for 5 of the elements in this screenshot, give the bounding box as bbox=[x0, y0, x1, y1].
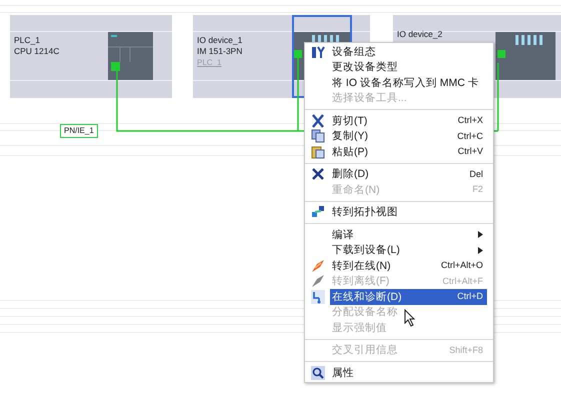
device-name: IO device_1 bbox=[197, 35, 242, 46]
device-name: PLC_1 bbox=[14, 35, 41, 46]
device-name: IO device_2 bbox=[397, 29, 442, 40]
device-type: CPU 1214C bbox=[14, 46, 60, 57]
device-type: IM 151-3PN bbox=[197, 46, 242, 57]
